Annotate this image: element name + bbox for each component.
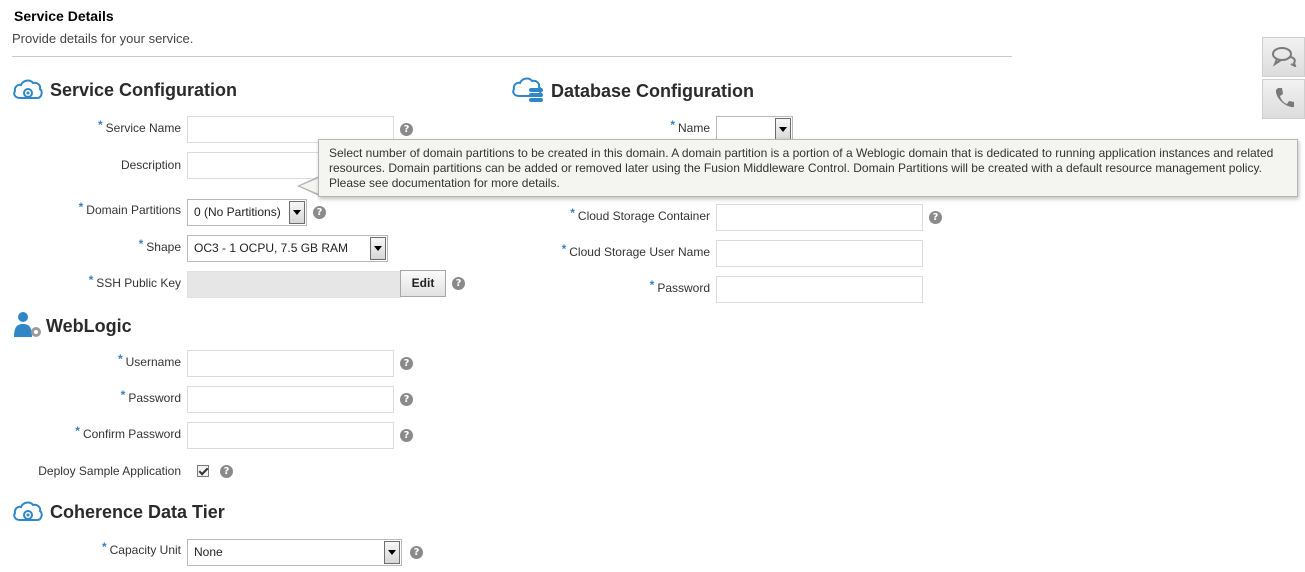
domain-partitions-select[interactable]: 0 (No Partitions) [187,199,307,226]
service-config-title: Service Configuration [50,80,238,100]
confirm-password-label: * Confirm Password [75,424,181,441]
database-config-title: Database Configuration [551,81,755,101]
storage-user-label: * Cloud Storage User Name [561,242,710,259]
service-config-header: Service Configuration [12,76,237,105]
db-password-label: * Password [649,278,710,295]
chevron-down-icon[interactable] [384,541,400,564]
capacity-unit-label: * Capacity Unit [101,540,181,557]
coherence-title: Coherence Data Tier [50,502,225,522]
coherence-header: Coherence Data Tier [12,498,225,527]
domain-partitions-help-icon[interactable]: ? [313,206,326,219]
weblogic-password-label: * Password [120,388,181,405]
ssh-edit-button[interactable]: Edit [400,270,446,297]
confirm-password-help-icon[interactable]: ? [400,429,413,442]
db-name-label: * Name [670,118,710,135]
weblogic-password-input[interactable] [187,386,394,413]
chevron-down-icon[interactable] [289,201,305,224]
shape-label: * Shape [138,237,181,254]
domain-partitions-tooltip: Select number of domain partitions to be… [318,139,1298,197]
chat-icon [1271,45,1297,70]
domain-partitions-label: * Domain Partitions [78,200,181,217]
cloud-gear-icon [12,76,44,105]
capacity-unit-value: None [194,545,223,559]
storage-container-input[interactable] [716,204,923,231]
phone-button[interactable] [1262,79,1305,119]
page-subtitle: Provide details for your service. [12,31,194,46]
username-input[interactable] [187,350,394,377]
shape-value: OC3 - 1 OCPU, 7.5 GB RAM [194,241,349,255]
page-title: Service Details [14,8,114,24]
description-label: Description [120,158,181,172]
chat-button[interactable] [1262,37,1305,77]
storage-user-input[interactable] [716,240,923,267]
cloud-gear-icon [12,498,44,527]
capacity-unit-select[interactable]: None [187,539,402,566]
shape-select[interactable]: OC3 - 1 OCPU, 7.5 GB RAM [187,235,388,262]
domain-partitions-value: 0 (No Partitions) [194,205,281,219]
ssh-key-help-icon[interactable]: ? [452,277,465,290]
ssh-key-label: * SSH Public Key [88,273,181,290]
phone-icon [1273,86,1295,113]
chevron-down-icon[interactable] [775,118,791,141]
deploy-sample-label: Deploy Sample Application [38,464,181,478]
storage-container-help-icon[interactable]: ? [929,211,942,224]
tooltip-tail-inner [300,178,319,194]
username-help-icon[interactable]: ? [400,357,413,370]
chevron-down-icon[interactable] [370,237,386,260]
deploy-sample-checkbox[interactable] [197,465,209,477]
storage-container-label: * Cloud Storage Container [570,206,710,223]
capacity-unit-help-icon[interactable]: ? [410,546,423,559]
header-divider [12,56,1012,57]
weblogic-header: WebLogic [12,310,132,343]
user-key-icon [12,310,44,343]
service-name-label: * Service Name [97,118,181,135]
weblogic-title: WebLogic [46,316,132,336]
confirm-password-input[interactable] [187,422,394,449]
db-password-input[interactable] [716,276,923,303]
database-config-header: Database Configuration [511,76,754,107]
service-name-help-icon[interactable]: ? [400,123,413,136]
cloud-database-icon [511,76,545,107]
weblogic-password-help-icon[interactable]: ? [400,393,413,406]
deploy-sample-help-icon[interactable]: ? [220,465,233,478]
ssh-key-field [187,271,401,298]
username-label: * Username [117,352,181,369]
